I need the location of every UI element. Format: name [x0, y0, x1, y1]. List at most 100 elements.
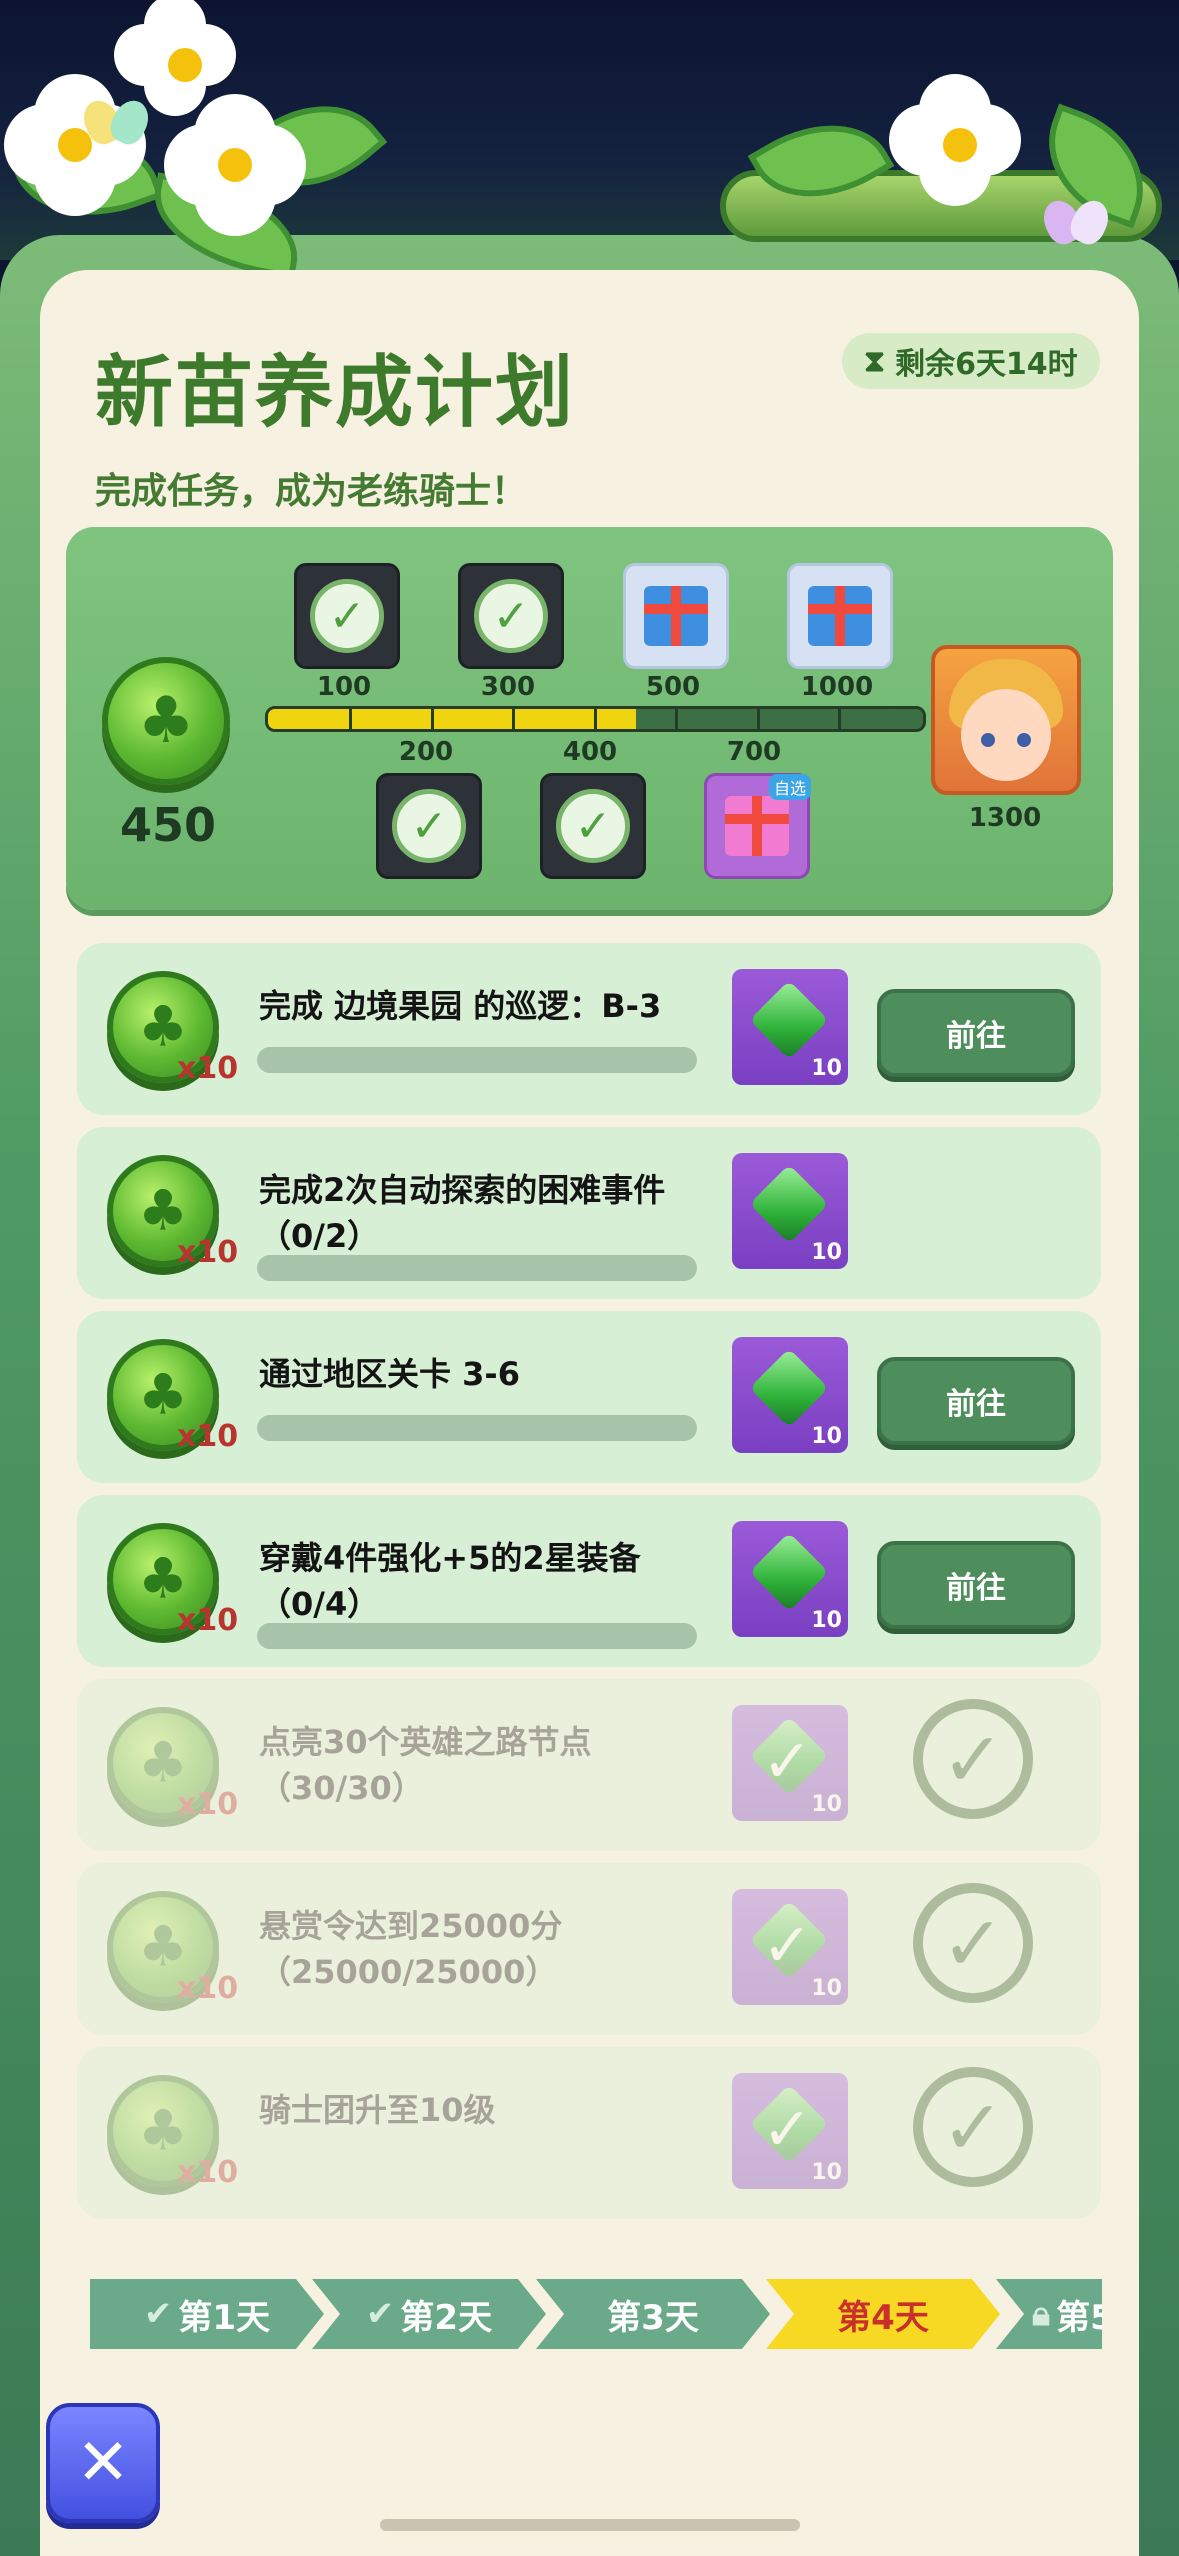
- hero-avatar[interactable]: [931, 645, 1081, 795]
- gem-reward: 10: [732, 1153, 848, 1269]
- milestone-label: 1000: [800, 672, 874, 702]
- milestone-300[interactable]: ✓: [458, 563, 564, 669]
- reward-multiplier: x10: [177, 1603, 239, 1638]
- task-row: ♣ x10 完成2次自动探索的困难事件 （0/2） 10: [77, 1127, 1101, 1299]
- completed-check-icon: ✓: [913, 2067, 1033, 2187]
- task-progress-bar: [257, 1255, 697, 1281]
- gem-reward: ✓ 10: [732, 1889, 848, 2005]
- task-description: 完成 边境果园 的巡逻：B-3: [259, 987, 662, 1025]
- task-row: ♣ x10 悬赏令达到25000分 （25000/25000） ✓ 10 ✓: [77, 1863, 1101, 2035]
- tab-day-1[interactable]: ✔ 第1天: [90, 2279, 324, 2349]
- task-progress-bar: [257, 1415, 697, 1441]
- gem-count: 10: [811, 1240, 842, 1265]
- gem-count: 10: [811, 1976, 842, 2001]
- gem-count: 10: [811, 1608, 842, 1633]
- check-icon: ✓: [762, 2095, 813, 2165]
- time-remaining-badge: ⧗ 剩余6天14时: [842, 333, 1100, 389]
- tab-day-4[interactable]: 第4天: [766, 2279, 1000, 2349]
- gift-box-icon: [725, 796, 789, 856]
- gem-reward: 10: [732, 969, 848, 1085]
- reward-multiplier: x10: [177, 1419, 239, 1454]
- task-row: ♣ x10 完成 边境果园 的巡逻：B-3 10 前往: [77, 943, 1101, 1115]
- reward-multiplier: x10: [177, 2155, 239, 2190]
- final-reward-label: 1300: [968, 803, 1042, 833]
- hourglass-icon: ⧗: [864, 343, 886, 379]
- task-description: 通过地区关卡 3-6: [259, 1355, 520, 1393]
- gem-icon: [749, 1348, 829, 1428]
- milestone-label: 700: [726, 737, 782, 767]
- gem-reward: ✓ 10: [732, 2073, 848, 2189]
- home-indicator[interactable]: [380, 2519, 800, 2531]
- close-button[interactable]: ✕: [46, 2403, 160, 2523]
- tab-day-5[interactable]: 🔒︎第5天: [996, 2279, 1102, 2349]
- check-icon: ✓: [310, 579, 384, 653]
- close-icon: ✕: [76, 2426, 130, 2500]
- day-tabs: ✔第1天 ✔第2天 第3天 第4天 🔒︎第5天: [90, 2279, 1102, 2349]
- reward-multiplier: x10: [177, 1787, 239, 1822]
- check-icon: ✓: [474, 579, 548, 653]
- gem-icon: [749, 1532, 829, 1612]
- gem-icon: [749, 980, 829, 1060]
- gem-count: 10: [811, 2160, 842, 2185]
- milestone-label: 300: [480, 672, 536, 702]
- task-row: ♣ x10 穿戴4件强化+5的2星装备 （0/4） 10 前往: [77, 1495, 1101, 1667]
- check-icon: ✓: [762, 1911, 813, 1981]
- milestone-1000[interactable]: [787, 563, 893, 669]
- butterfly-icon: [77, 94, 155, 150]
- butterfly-icon: [1037, 194, 1115, 250]
- page-title: 新苗养成计划: [95, 348, 576, 438]
- reward-multiplier: x10: [177, 1235, 239, 1270]
- task-description: 完成2次自动探索的困难事件 （0/2）: [259, 1171, 666, 1255]
- lock-icon: 🔒︎: [1032, 2294, 1051, 2334]
- tab-day-3[interactable]: 第3天: [536, 2279, 770, 2349]
- check-icon: ✓: [556, 789, 630, 863]
- gem-count: 10: [811, 1792, 842, 1817]
- milestone-400[interactable]: ✓: [540, 773, 646, 879]
- go-button[interactable]: 前往: [877, 1357, 1075, 1445]
- gem-count: 10: [811, 1424, 842, 1449]
- page-subtitle: 完成任务，成为老练骑士！: [95, 471, 528, 512]
- check-icon: ✓: [392, 789, 466, 863]
- gift-box-icon: [644, 586, 708, 646]
- completed-check-icon: ✓: [913, 1699, 1033, 1819]
- task-description: 悬赏令达到25000分 （25000/25000）: [259, 1907, 563, 1991]
- check-icon: ✓: [762, 1727, 813, 1797]
- task-description: 骑士团升至10级: [259, 2091, 496, 2129]
- progress-fill: [268, 709, 637, 729]
- gem-reward: 10: [732, 1337, 848, 1453]
- milestone-500[interactable]: [623, 563, 729, 669]
- timer-value: 6天14时: [955, 347, 1078, 382]
- gem-count: 10: [811, 1056, 842, 1081]
- completed-check-icon: ✓: [913, 1883, 1033, 2003]
- milestone-100[interactable]: ✓: [294, 563, 400, 669]
- gem-reward: ✓ 10: [732, 1705, 848, 1821]
- go-button[interactable]: 前往: [877, 989, 1075, 1077]
- milestone-700[interactable]: 自选: [704, 773, 811, 879]
- task-description: 穿戴4件强化+5的2星装备 （0/4）: [259, 1539, 641, 1623]
- task-row: ♣ x10 骑士团升至10级 ✓ 10 ✓: [77, 2047, 1101, 2219]
- milestone-label: 400: [562, 737, 618, 767]
- task-row: ♣ x10 通过地区关卡 3-6 10 前往: [77, 1311, 1101, 1483]
- points-progress-bar: [265, 706, 926, 732]
- milestone-200[interactable]: ✓: [376, 773, 482, 879]
- milestone-label: 200: [398, 737, 454, 767]
- task-progress-bar: [257, 1047, 697, 1073]
- timer-prefix: 剩余: [895, 347, 956, 382]
- task-row: ♣ x10 点亮30个英雄之路节点 （30/30） ✓ 10 ✓: [77, 1679, 1101, 1851]
- current-points: 450: [120, 798, 217, 852]
- task-description: 点亮30个英雄之路节点 （30/30）: [259, 1723, 592, 1807]
- tab-day-2[interactable]: ✔ 第2天: [312, 2279, 546, 2349]
- go-button[interactable]: 前往: [877, 1541, 1075, 1629]
- select-tag: 自选: [768, 774, 811, 800]
- check-icon: ✔: [365, 2294, 395, 2334]
- gift-box-icon: [808, 586, 872, 646]
- reward-multiplier: x10: [177, 1051, 239, 1086]
- milestone-label: 100: [316, 672, 372, 702]
- gem-icon: [749, 1164, 829, 1244]
- task-progress-bar: [257, 1623, 697, 1649]
- milestone-label: 500: [645, 672, 701, 702]
- check-icon: ✔: [143, 2294, 173, 2334]
- clover-coin-icon: ♣: [102, 657, 230, 785]
- gem-reward: 10: [732, 1521, 848, 1637]
- reward-multiplier: x10: [177, 1971, 239, 2006]
